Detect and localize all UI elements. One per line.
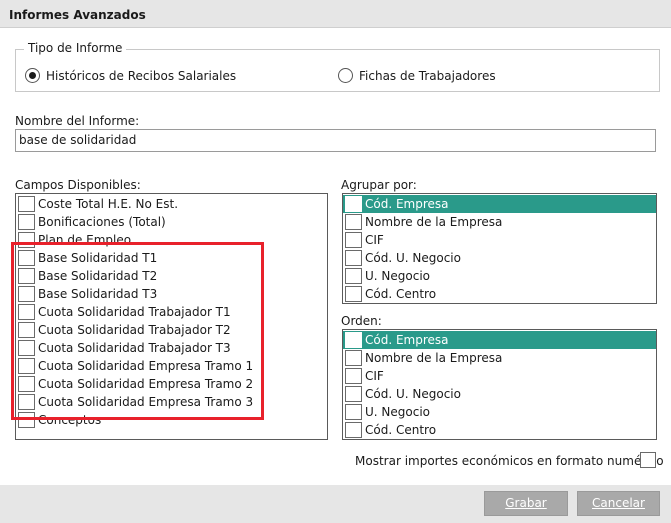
list-item-checkbox[interactable] (18, 286, 35, 302)
list-item[interactable]: Base Solidaridad T2 (16, 267, 327, 285)
campos-disponibles-label: Campos Disponibles: (15, 178, 141, 192)
list-item-label: U. Negocio (365, 405, 431, 419)
list-item[interactable]: Base Solidaridad T1 (16, 249, 327, 267)
list-item[interactable]: Bonificaciones (Total) (16, 213, 327, 231)
list-item-checkbox[interactable] (345, 350, 362, 366)
list-item-label: Nombre de la Empresa (365, 351, 503, 365)
list-item-checkbox[interactable] (18, 196, 35, 212)
list-item[interactable]: CIF (343, 367, 656, 385)
list-item[interactable]: U. Negocio (343, 403, 656, 421)
formato-numerico-checkbox[interactable] (640, 452, 656, 468)
list-item-checkbox[interactable] (18, 250, 35, 266)
list-item-checkbox[interactable] (18, 268, 35, 284)
list-item[interactable]: Cód. Centro (343, 421, 656, 439)
list-item-label: Cuota Solidaridad Empresa Tramo 3 (38, 395, 254, 409)
radio-fichas[interactable] (338, 68, 353, 83)
list-item[interactable]: Cuota Solidaridad Trabajador T3 (16, 339, 327, 357)
list-item-checkbox[interactable] (345, 232, 362, 248)
list-item[interactable]: Coste Total H.E. No Est. (16, 195, 327, 213)
list-item[interactable]: U. Negocio (343, 267, 656, 285)
list-item[interactable]: Cód. Centro (343, 285, 656, 303)
list-item[interactable]: Cód. Empresa (343, 195, 656, 213)
list-item-checkbox[interactable] (345, 196, 362, 212)
list-item-checkbox[interactable] (345, 422, 362, 438)
list-item[interactable]: Cuota Solidaridad Empresa Tramo 2 (16, 375, 327, 393)
radio-historicos[interactable] (25, 68, 40, 83)
list-item-checkbox[interactable] (18, 394, 35, 410)
list-item-label: Base Solidaridad T1 (38, 251, 158, 265)
list-item[interactable]: Plan de Empleo (16, 231, 327, 249)
list-item-label: Cuota Solidaridad Trabajador T3 (38, 341, 231, 355)
list-item[interactable]: Cuota Solidaridad Empresa Tramo 3 (16, 393, 327, 411)
list-item-label: Cuota Solidaridad Trabajador T2 (38, 323, 231, 337)
orden-label: Orden: (341, 314, 382, 328)
list-item[interactable]: Base Solidaridad T3 (16, 285, 327, 303)
list-item-label: Cód. U. Negocio (365, 251, 461, 265)
list-item[interactable]: Cuota Solidaridad Empresa Tramo 1 (16, 357, 327, 375)
nombre-informe-input[interactable]: base de solidaridad (15, 129, 656, 152)
list-item[interactable]: Cód. U. Negocio (343, 385, 656, 403)
list-item-checkbox[interactable] (345, 404, 362, 420)
list-item-label: Cód. Empresa (365, 197, 449, 211)
list-item-label: Cuota Solidaridad Empresa Tramo 1 (38, 359, 254, 373)
formato-numerico-label: Mostrar importes económicos en formato n… (355, 454, 664, 468)
list-item-checkbox[interactable] (345, 268, 362, 284)
list-item-checkbox[interactable] (345, 286, 362, 302)
list-item-checkbox[interactable] (18, 322, 35, 338)
agrupar-por-list[interactable]: Cód. Empresa Nombre de la Empresa CIF Cód. … (342, 193, 657, 304)
list-item-checkbox[interactable] (18, 412, 35, 428)
list-item-checkbox[interactable] (18, 232, 35, 248)
list-item-checkbox[interactable] (18, 214, 35, 230)
list-item-label: CIF (365, 369, 384, 383)
list-item-checkbox[interactable] (345, 386, 362, 402)
list-item-label: Conceptos (38, 413, 102, 427)
list-item-checkbox[interactable] (345, 214, 362, 230)
list-item-label: Cód. Empresa (365, 333, 449, 347)
campos-disponibles-list[interactable]: Coste Total H.E. No Est. Bonificaciones (… (15, 193, 328, 440)
list-item-label: Nombre de la Empresa (365, 215, 503, 229)
window-title-bar: Informes Avanzados (0, 0, 671, 28)
list-item-label: Bonificaciones (Total) (38, 215, 166, 229)
list-item[interactable]: CIF (343, 231, 656, 249)
list-item-label: CIF (365, 233, 384, 247)
list-item[interactable]: Nombre de la Empresa (343, 349, 656, 367)
list-item-label: Base Solidaridad T2 (38, 269, 158, 283)
tipo-informe-legend: Tipo de Informe (24, 41, 127, 55)
list-item[interactable]: Cuota Solidaridad Trabajador T1 (16, 303, 327, 321)
radio-historicos-label[interactable]: Históricos de Recibos Salariales (46, 69, 236, 83)
list-item-checkbox[interactable] (18, 304, 35, 320)
list-item-label: U. Negocio (365, 269, 431, 283)
radio-fichas-label[interactable]: Fichas de Trabajadores (359, 69, 496, 83)
list-item-checkbox[interactable] (18, 340, 35, 356)
list-item-label: Cuota Solidaridad Empresa Tramo 2 (38, 377, 254, 391)
list-item[interactable]: Cuota Solidaridad Trabajador T2 (16, 321, 327, 339)
list-item-label: Cód. Centro (365, 423, 437, 437)
list-item[interactable]: Conceptos (16, 411, 327, 429)
footer-bar (0, 485, 671, 523)
nombre-informe-label: Nombre del Informe: (15, 114, 140, 128)
orden-list[interactable]: Cód. Empresa Nombre de la Empresa CIF Cód. … (342, 329, 657, 440)
list-item-label: Plan de Empleo (38, 233, 132, 247)
list-item-checkbox[interactable] (345, 250, 362, 266)
agrupar-por-label: Agrupar por: (341, 178, 417, 192)
list-item-checkbox[interactable] (18, 376, 35, 392)
list-item[interactable]: Nombre de la Empresa (343, 213, 656, 231)
list-item-checkbox[interactable] (345, 332, 362, 348)
list-item-label: Cód. U. Negocio (365, 387, 461, 401)
list-item-label: Base Solidaridad T3 (38, 287, 158, 301)
list-item[interactable]: Cód. U. Negocio (343, 249, 656, 267)
window-title: Informes Avanzados (9, 8, 146, 22)
cancelar-button[interactable]: Cancelar (577, 491, 660, 516)
list-item[interactable]: Cód. Empresa (343, 331, 656, 349)
list-item-label: Cuota Solidaridad Trabajador T1 (38, 305, 231, 319)
list-item-checkbox[interactable] (18, 358, 35, 374)
list-item-checkbox[interactable] (345, 368, 362, 384)
grabar-button[interactable]: Grabar (484, 491, 568, 516)
list-item-label: Coste Total H.E. No Est. (38, 197, 179, 211)
list-item-label: Cód. Centro (365, 287, 437, 301)
